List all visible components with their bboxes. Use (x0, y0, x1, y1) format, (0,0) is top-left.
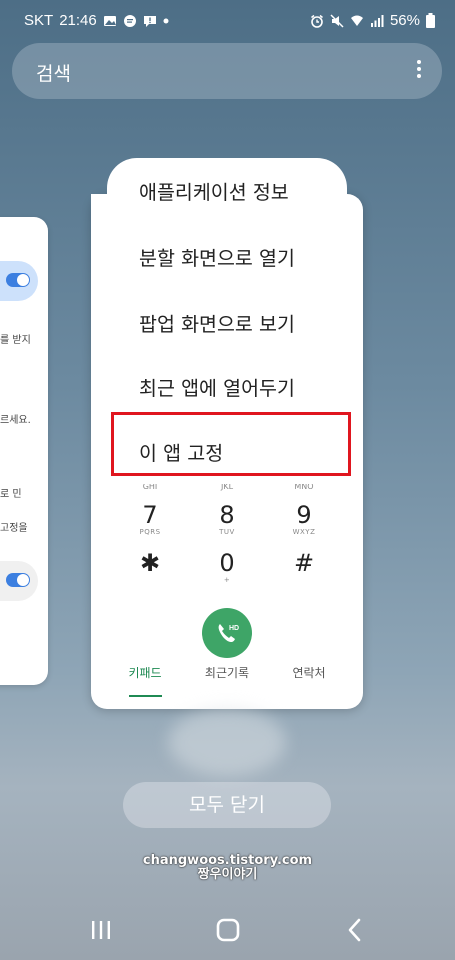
tab-contacts[interactable]: 연락처 (269, 664, 349, 681)
menu-item-label: 최근 앱에 열어두기 (139, 377, 295, 400)
status-bar: SKT 21:46 56% (0, 0, 455, 40)
menu-item-label: 팝업 화면으로 보기 (139, 313, 295, 336)
close-all-button[interactable]: 모두 닫기 (123, 782, 331, 828)
battery-icon (426, 13, 435, 28)
active-tab-indicator (129, 695, 162, 697)
settings-toggle-row (0, 261, 38, 301)
setting-text: 로 민 (0, 489, 22, 500)
toggle-switch[interactable] (6, 573, 30, 587)
menu-item-label: 분할 화면으로 열기 (139, 247, 295, 270)
recent-app-card-left[interactable]: 를 받지 르세요. 로 민 고정을 (0, 217, 48, 685)
key-digit: 9 (296, 501, 312, 529)
home-icon[interactable] (213, 915, 243, 945)
menu-item-popup-view[interactable]: 팝업 화면으로 보기 (107, 290, 347, 354)
key-letters: PQRS (139, 528, 161, 536)
settings-toggle-row (0, 561, 38, 601)
menu-item-keep-open[interactable]: 최근 앱에 열어두기 (107, 354, 347, 418)
phone-hd-icon: HD (218, 624, 239, 642)
watermark: changwoos.tistory.com 짱우이야기 (0, 854, 455, 882)
chat-icon (123, 14, 136, 27)
tab-keypad[interactable]: 키패드 (105, 664, 185, 681)
key-digit: # (293, 549, 315, 577)
key-letters: TUV (219, 528, 235, 536)
menu-item-split-screen[interactable]: 분할 화면으로 열기 (107, 224, 347, 288)
more-options-icon[interactable] (414, 57, 424, 85)
wifi-icon (350, 15, 363, 26)
app-icon-blurred (168, 708, 286, 776)
navigation-bar (0, 900, 455, 960)
carrier-label: SKT (24, 12, 54, 29)
setting-text: 고정을 (0, 523, 28, 534)
call-button[interactable]: HD (202, 608, 252, 658)
key-digit: 7 (142, 501, 158, 529)
mute-icon (330, 13, 344, 28)
search-bar[interactable]: 검색 (12, 43, 442, 99)
dialer-keypad: GHI JKL MNO 7 PQRS 8 TUV 9 WXYZ ✱ 0 + # (91, 480, 363, 709)
highlight-annotation-box (111, 412, 351, 476)
menu-item-app-info[interactable]: 애플리케이션 정보 (107, 158, 347, 222)
menu-item-label: 애플리케이션 정보 (139, 181, 289, 204)
key-0[interactable]: 0 + (197, 550, 257, 584)
alert-icon (143, 15, 156, 27)
key-9[interactable]: 9 WXYZ (274, 502, 334, 536)
battery-percent: 56% (389, 12, 420, 29)
setting-text: 를 받지 (0, 335, 31, 346)
watermark-blog-name: 짱우이야기 (197, 867, 258, 882)
gallery-icon (103, 15, 116, 26)
key-star[interactable]: ✱ (120, 550, 180, 576)
key-letters: WXYZ (292, 528, 316, 536)
toggle-switch[interactable] (6, 273, 30, 287)
more-notifications-icon (163, 18, 169, 23)
setting-text: 르세요. (0, 415, 31, 426)
key-hash[interactable]: # (274, 550, 334, 576)
key-digit: 8 (219, 501, 235, 529)
signal-icon (370, 14, 384, 27)
watermark-url: changwoos.tistory.com (142, 853, 313, 868)
key-7[interactable]: 7 PQRS (120, 502, 180, 536)
key-8[interactable]: 8 TUV (197, 502, 257, 536)
key-digit: ✱ (139, 549, 161, 577)
svg-text:HD: HD (229, 625, 239, 632)
alarm-icon (311, 14, 323, 28)
search-label: 검색 (36, 63, 71, 85)
key-digit: 0 (219, 549, 235, 577)
key-letters: + (223, 576, 231, 584)
clock: 21:46 (59, 12, 97, 29)
recents-icon[interactable] (86, 915, 116, 945)
back-icon[interactable] (340, 915, 370, 945)
tab-recent-calls[interactable]: 최근기록 (187, 664, 267, 681)
